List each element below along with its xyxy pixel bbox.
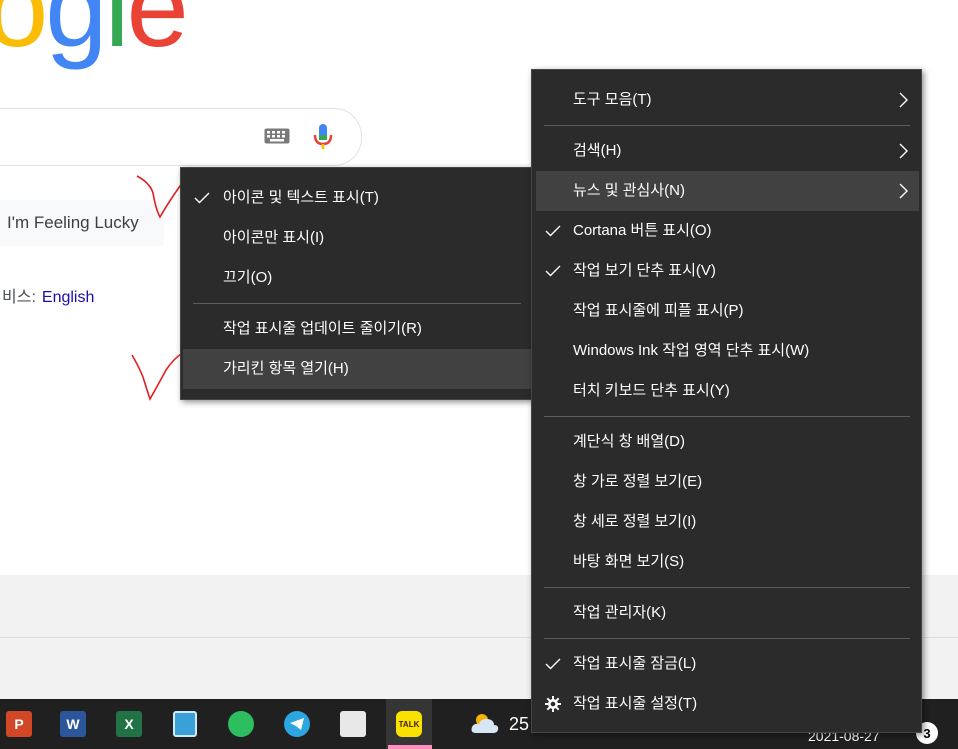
- language-prefix: 비스:: [2, 289, 36, 306]
- menu-item-news-and-interests[interactable]: 뉴스 및 관심사(N): [536, 171, 919, 211]
- submenu-item-label: 끄기(O): [223, 269, 273, 286]
- logo-letter-o: o: [0, 0, 48, 70]
- gear-icon: [545, 684, 561, 724]
- taskbar-app-evernote[interactable]: [218, 699, 264, 749]
- menu-separator: [544, 125, 910, 126]
- weather-temperature[interactable]: 25: [509, 714, 529, 735]
- excel-icon: X: [116, 711, 142, 737]
- google-logo: ogle: [0, 0, 189, 70]
- powerpoint-icon: P: [6, 711, 32, 737]
- menu-separator: [544, 587, 910, 588]
- evernote-icon: [228, 711, 254, 737]
- chevron-right-icon: [899, 131, 908, 171]
- telegram-icon: [284, 711, 310, 737]
- menu-item-cascade-windows[interactable]: 계단식 창 배열(D): [532, 422, 921, 462]
- notepad-icon: [173, 711, 197, 737]
- logo-letter-e: e: [126, 0, 188, 70]
- keyboard-icon[interactable]: [264, 128, 290, 144]
- menu-item-show-people[interactable]: 작업 표시줄에 피플 표시(P): [532, 291, 921, 331]
- submenu-item-label: 아이콘 및 텍스트 표시(T): [223, 189, 379, 206]
- checkmark-icon: [545, 644, 561, 684]
- taskbar-app-telegram[interactable]: [274, 699, 320, 749]
- menu-item-show-desktop[interactable]: 바탕 화면 보기(S): [532, 542, 921, 582]
- submenu-item-label: 아이콘만 표시(I): [223, 229, 325, 246]
- taskbar-app-kakaotalk[interactable]: TALK: [386, 699, 432, 749]
- chevron-right-icon: [899, 80, 908, 120]
- kakaotalk-icon: TALK: [396, 711, 422, 737]
- logo-letter-g: g: [45, 0, 107, 70]
- menu-item-label: 작업 보기 단추 표시(V): [573, 262, 716, 279]
- menu-separator: [544, 638, 910, 639]
- menu-item-show-cortana[interactable]: Cortana 버튼 표시(O): [532, 211, 921, 251]
- taskbar-app-pdf24[interactable]: [330, 699, 376, 749]
- menu-item-label: 창 세로 정렬 보기(I): [573, 513, 697, 530]
- submenu-item-open-on-hover[interactable]: 가리킨 항목 열기(H): [183, 349, 531, 389]
- chevron-right-icon: [899, 171, 908, 211]
- menu-separator: [544, 416, 910, 417]
- menu-item-show-task-view[interactable]: 작업 보기 단추 표시(V): [532, 251, 921, 291]
- submenu-item-reduce-updates[interactable]: 작업 표시줄 업데이트 줄이기(R): [181, 309, 532, 349]
- menu-item-label: 작업 표시줄에 피플 표시(P): [573, 302, 744, 319]
- language-offer: 비스: English: [2, 283, 94, 307]
- menu-item-label: Windows Ink 작업 영역 단추 표시(W): [573, 342, 810, 359]
- taskbar-app-powerpoint[interactable]: P: [0, 699, 42, 749]
- menu-item-label: 뉴스 및 관심사(N): [573, 182, 685, 199]
- submenu-item-icon-and-text[interactable]: 아이콘 및 텍스트 표시(T): [181, 178, 532, 218]
- menu-item-stack-windows[interactable]: 창 가로 정렬 보기(E): [532, 462, 921, 502]
- menu-item-label: 작업 표시줄 설정(T): [573, 695, 698, 712]
- taskbar-context-menu: 도구 모음(T) 검색(H) 뉴스 및 관심사(N) Cortana 버튼 표시…: [531, 69, 922, 733]
- menu-item-lock-taskbar[interactable]: 작업 표시줄 잠금(L): [532, 644, 921, 684]
- search-input[interactable]: [0, 108, 362, 166]
- menu-item-label: 창 가로 정렬 보기(E): [573, 473, 703, 490]
- submenu-item-label: 작업 표시줄 업데이트 줄이기(R): [223, 320, 422, 337]
- menu-item-task-manager[interactable]: 작업 관리자(K): [532, 593, 921, 633]
- menu-item-label: 바탕 화면 보기(S): [573, 553, 685, 570]
- submenu-item-off[interactable]: 끄기(O): [181, 258, 532, 298]
- menu-item-search[interactable]: 검색(H): [532, 131, 921, 171]
- checkmark-icon: [545, 251, 561, 291]
- menu-item-toolbars[interactable]: 도구 모음(T): [532, 80, 921, 120]
- submenu-separator: [193, 303, 521, 304]
- menu-item-label: 작업 표시줄 잠금(L): [573, 655, 697, 672]
- menu-item-label: 도구 모음(T): [573, 91, 652, 108]
- microphone-icon[interactable]: [313, 123, 333, 151]
- checkmark-icon: [545, 211, 561, 251]
- menu-item-taskbar-settings[interactable]: 작업 표시줄 설정(T): [532, 684, 921, 724]
- feeling-lucky-button[interactable]: I'm Feeling Lucky: [0, 200, 164, 246]
- pdf24-icon: [340, 711, 366, 737]
- menu-item-label: 계단식 창 배열(D): [573, 433, 685, 450]
- annotation-check-2: [131, 351, 185, 401]
- logo-letter-l: l: [104, 0, 130, 70]
- taskbar-app-excel[interactable]: X: [106, 699, 152, 749]
- taskbar-app-notepad[interactable]: [162, 699, 208, 749]
- checkmark-icon: [194, 178, 210, 218]
- kakaotalk-active-indicator: [388, 745, 432, 749]
- menu-item-touch-keyboard[interactable]: 터치 키보드 단추 표시(Y): [532, 371, 921, 411]
- submenu-item-icon-only[interactable]: 아이콘만 표시(I): [181, 218, 532, 258]
- menu-item-label: Cortana 버튼 표시(O): [573, 222, 712, 239]
- submenu-item-label: 가리킨 항목 열기(H): [223, 360, 349, 377]
- menu-item-label: 터치 키보드 단추 표시(Y): [573, 382, 730, 399]
- weather-cloud-icon[interactable]: [470, 711, 500, 735]
- word-icon: W: [60, 711, 86, 737]
- menu-item-label: 작업 관리자(K): [573, 604, 667, 621]
- menu-item-side-by-side[interactable]: 창 세로 정렬 보기(I): [532, 502, 921, 542]
- language-link-english[interactable]: English: [42, 289, 94, 306]
- news-interests-submenu: 아이콘 및 텍스트 표시(T) 아이콘만 표시(I) 끄기(O) 작업 표시줄 …: [180, 167, 533, 400]
- menu-item-windows-ink[interactable]: Windows Ink 작업 영역 단추 표시(W): [532, 331, 921, 371]
- taskbar-app-word[interactable]: W: [50, 699, 96, 749]
- menu-item-label: 검색(H): [573, 142, 622, 159]
